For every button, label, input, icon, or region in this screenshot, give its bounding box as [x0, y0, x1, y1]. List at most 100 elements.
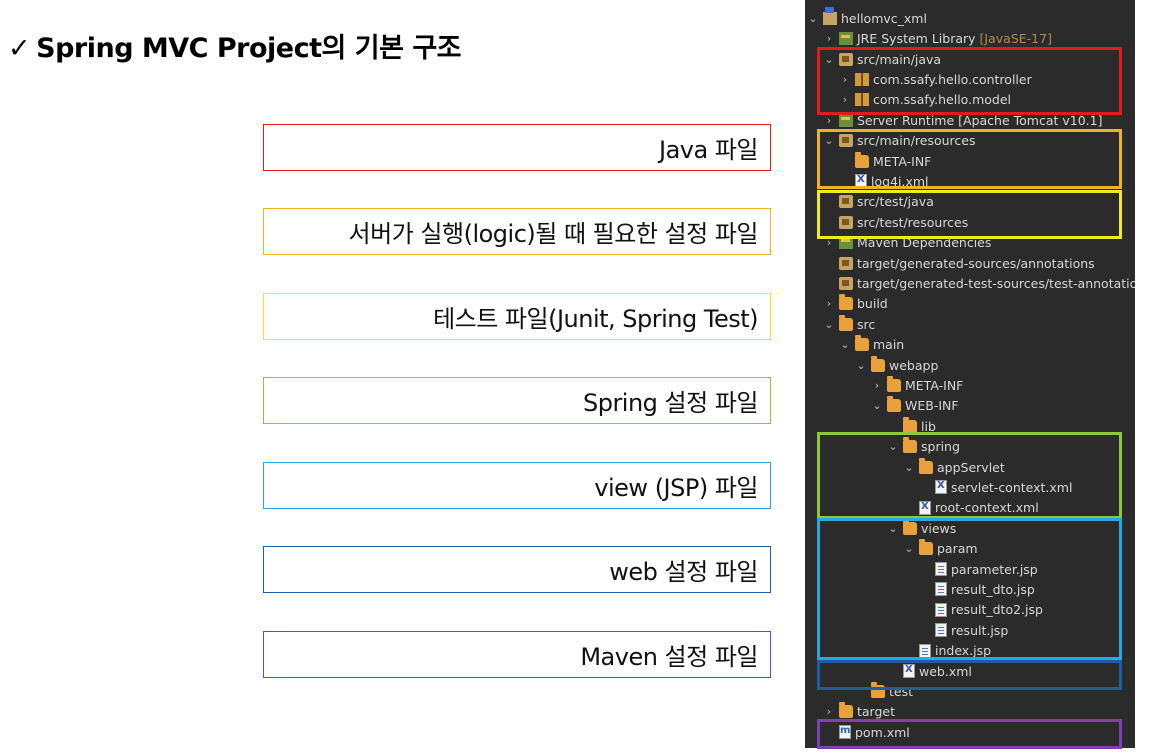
- tree-item-label: META-INF: [873, 153, 932, 169]
- tree-item[interactable]: root-context.xml: [903, 498, 1039, 519]
- project-explorer[interactable]: ⌄ hellomvc_xml › JRE System Library [JavaSE-…: [805, 0, 1135, 748]
- tree-item[interactable]: › build: [823, 294, 888, 315]
- tree-item-label: spring: [921, 439, 960, 455]
- package-folder-icon: [839, 276, 853, 290]
- folder-icon: [919, 457, 933, 474]
- tree-item[interactable]: › com.ssafy.hello.controller: [839, 69, 1032, 90]
- chevron-down-icon[interactable]: ⌄: [887, 440, 899, 453]
- tree-item-label: root-context.xml: [935, 500, 1039, 516]
- tree-item-label: main: [873, 337, 905, 353]
- desc-box-java: Java 파일: [263, 124, 771, 171]
- tree-item-label: parameter.jsp: [951, 561, 1038, 577]
- tree-item[interactable]: src/test/resources: [823, 212, 968, 233]
- tree-item[interactable]: index.jsp: [903, 640, 991, 661]
- tree-item[interactable]: ⌄ hellomvc_xml: [807, 6, 927, 29]
- library-icon: [839, 113, 853, 127]
- tree-item[interactable]: ⌄ main: [839, 334, 904, 355]
- tree-item[interactable]: result_dto.jsp: [919, 579, 1035, 600]
- tree-item-label: views: [921, 520, 957, 536]
- tree-item-label: src/test/resources: [857, 214, 969, 230]
- folder-icon: [839, 294, 853, 311]
- package-folder-icon: [839, 52, 853, 66]
- tree-item[interactable]: parameter.jsp: [919, 559, 1038, 580]
- tree-item[interactable]: lib: [887, 416, 936, 437]
- tree-item-label: lib: [921, 418, 936, 434]
- tree-item-label: target/generated-test-sources/test-annot…: [857, 275, 1135, 291]
- package-folder-icon: [839, 215, 853, 229]
- folder-icon: [839, 702, 853, 719]
- tree-item[interactable]: META-INF: [839, 151, 931, 172]
- chevron-right-icon[interactable]: ›: [823, 297, 835, 310]
- folder-icon: [855, 335, 869, 352]
- tree-item-label: webapp: [889, 357, 939, 373]
- jsp-file-icon: [935, 623, 947, 638]
- tree-item[interactable]: result_dto2.jsp: [919, 600, 1043, 621]
- desc-box-maven: Maven 설정 파일: [263, 631, 771, 678]
- library-icon: [839, 32, 853, 46]
- tree-item[interactable]: target/generated-sources/annotations: [823, 253, 1095, 274]
- chevron-down-icon[interactable]: ⌄: [807, 12, 819, 25]
- tree-item-label: src/main/resources: [857, 133, 976, 149]
- pom-file-icon: [839, 725, 851, 740]
- tree-item[interactable]: ⌄ webapp: [855, 355, 938, 376]
- tree-item-label: result.jsp: [951, 622, 1009, 638]
- chevron-down-icon[interactable]: ⌄: [855, 359, 867, 372]
- tree-item[interactable]: ⌄ views: [887, 518, 956, 539]
- chevron-right-icon[interactable]: ›: [839, 93, 851, 106]
- tree-item-label: Server Runtime [Apache Tomcat v10.1]: [857, 112, 1103, 128]
- tree-item[interactable]: servlet-context.xml: [919, 477, 1072, 498]
- tree-item[interactable]: test: [855, 681, 913, 702]
- tree-item[interactable]: ⌄ WEB-INF: [871, 396, 959, 417]
- tree-item[interactable]: › Server Runtime [Apache Tomcat v10.1]: [823, 110, 1103, 131]
- tree-item-label: servlet-context.xml: [951, 479, 1073, 495]
- chevron-down-icon[interactable]: ⌄: [887, 522, 899, 535]
- tree-item[interactable]: target/generated-test-sources/test-annot…: [823, 273, 1135, 294]
- tree-item-label: JRE System Library: [857, 31, 976, 47]
- chevron-down-icon[interactable]: ⌄: [903, 461, 915, 474]
- chevron-right-icon[interactable]: ›: [823, 32, 835, 45]
- jsp-file-icon: [935, 582, 947, 597]
- tree-item[interactable]: › Maven Dependencies: [823, 232, 992, 253]
- tree-item[interactable]: web.xml: [887, 661, 972, 682]
- tree-item[interactable]: src/test/java: [823, 192, 934, 213]
- tree-item[interactable]: ⌄ spring: [887, 436, 960, 457]
- tree-item[interactable]: ⌄ src/main/java: [823, 49, 941, 70]
- chevron-down-icon[interactable]: ⌄: [823, 134, 835, 147]
- tree-item[interactable]: ⌄ param: [903, 538, 978, 559]
- tree-item-extra: [JavaSE-17]: [979, 31, 1052, 47]
- chevron-right-icon[interactable]: ›: [823, 236, 835, 249]
- tree-item[interactable]: log4j.xml: [839, 171, 929, 192]
- tree-item-label: src/test/java: [857, 194, 934, 210]
- tree-item-label: index.jsp: [935, 643, 992, 659]
- check-icon: ✓: [8, 33, 31, 64]
- tree-item[interactable]: ⌄ src/main/resources: [823, 130, 975, 151]
- chevron-right-icon[interactable]: ›: [839, 73, 851, 86]
- chevron-right-icon[interactable]: ›: [823, 114, 835, 127]
- chevron-down-icon[interactable]: ⌄: [823, 318, 835, 331]
- tree-item-label: target/generated-sources/annotations: [857, 255, 1095, 271]
- chevron-right-icon[interactable]: ›: [823, 705, 835, 718]
- tree-item[interactable]: ⌄ appServlet: [903, 457, 1005, 478]
- tree-item[interactable]: › com.ssafy.hello.model: [839, 90, 1011, 111]
- desc-box-spring: Spring 설정 파일: [263, 377, 771, 424]
- tree-item[interactable]: › target: [823, 702, 895, 723]
- jsp-file-icon: [935, 602, 947, 617]
- project-icon: [823, 6, 837, 25]
- desc-box-view: view (JSP) 파일: [263, 462, 771, 509]
- tree-item[interactable]: › JRE System Library [JavaSE-17]: [823, 28, 1052, 49]
- desc-box-web: web 설정 파일: [263, 546, 771, 593]
- tree-item[interactable]: result.jsp: [919, 620, 1008, 641]
- xml-file-icon: [935, 480, 947, 495]
- tree-item-label: META-INF: [905, 377, 964, 393]
- chevron-right-icon[interactable]: ›: [871, 379, 883, 392]
- tree-item[interactable]: ⌄ src: [823, 314, 875, 335]
- chevron-down-icon[interactable]: ⌄: [871, 399, 883, 412]
- chevron-down-icon[interactable]: ⌄: [839, 338, 851, 351]
- tree-item[interactable]: › META-INF: [871, 375, 963, 396]
- xml-file-icon: [903, 664, 915, 679]
- folder-icon: [839, 314, 853, 331]
- tree-item[interactable]: pom.xml: [823, 722, 910, 743]
- chevron-down-icon[interactable]: ⌄: [823, 53, 835, 66]
- folder-icon: [855, 151, 869, 168]
- chevron-down-icon[interactable]: ⌄: [903, 542, 915, 555]
